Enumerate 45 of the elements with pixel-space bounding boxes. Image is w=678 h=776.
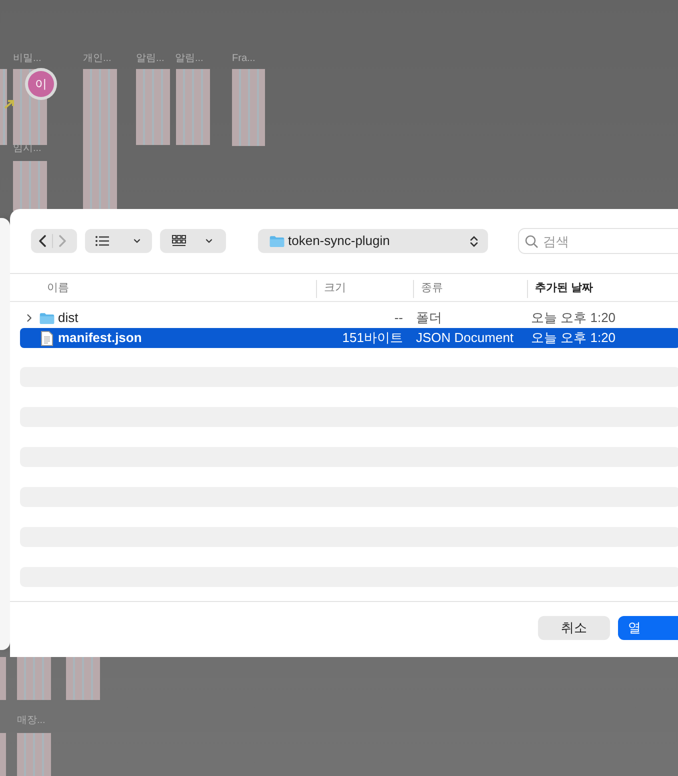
location-popup[interactable]: token-sync-plugin <box>258 229 488 253</box>
column-header[interactable]: 종류 <box>421 280 443 297</box>
search-icon <box>525 235 538 248</box>
frame-thumbnail <box>13 161 47 211</box>
column-header[interactable]: 추가된 날짜 <box>535 280 594 297</box>
up-down-caret-icon <box>470 236 478 246</box>
frame-thumbnail <box>17 733 51 776</box>
frame-thumbnail <box>0 657 6 700</box>
file-size: -- <box>393 309 404 328</box>
frame-thumbnail <box>66 657 100 700</box>
user-avatar: 이 <box>25 68 57 100</box>
frame-label: 알림... <box>136 53 164 65</box>
file-date: 오늘 오후 1:20 <box>530 329 617 348</box>
back-forward-buttons[interactable] <box>31 229 77 253</box>
document-icon <box>41 330 53 346</box>
frame-label: 비밀... <box>13 53 42 65</box>
folder-icon <box>39 312 55 324</box>
list-icon <box>95 235 109 247</box>
column-header[interactable]: 크기 <box>324 280 346 297</box>
file-kind: 폴더 <box>415 309 443 328</box>
file-row[interactable]: manifest.json 151바이트 JSON Document 오늘 오후 1:20 <box>20 328 678 348</box>
search-field[interactable]: 검색 <box>518 228 678 254</box>
file-size: 151바이트 <box>341 329 404 348</box>
caret-icon <box>132 236 142 246</box>
file-name: dist <box>57 309 80 328</box>
frame-label: Fra... <box>232 53 256 65</box>
grid-icon <box>172 235 186 247</box>
cursor-arrow-icon <box>4 99 16 109</box>
frame-label: 알림... <box>175 53 204 65</box>
file-row[interactable]: dist -- 폴더 오늘 오후 1:20 <box>20 308 678 328</box>
file-date: 오늘 오후 1:20 <box>530 309 617 328</box>
list-view-button[interactable] <box>85 229 152 253</box>
frame-label: 매장... <box>17 715 46 727</box>
file-kind: JSON Document <box>415 329 515 348</box>
caret-icon <box>204 236 214 246</box>
frame-label: 임시... <box>13 143 42 155</box>
frame-thumbnail <box>0 733 6 776</box>
grid-view-button[interactable] <box>160 229 226 253</box>
frame-thumbnail <box>17 657 51 700</box>
frame-label: 개인... <box>83 53 112 65</box>
file-name: manifest.json <box>57 329 143 348</box>
column-header[interactable]: 이름 <box>47 280 69 297</box>
open-button[interactable]: 열 <box>618 616 678 640</box>
folder-icon <box>269 234 285 248</box>
cancel-button[interactable]: 취소 <box>538 616 610 640</box>
